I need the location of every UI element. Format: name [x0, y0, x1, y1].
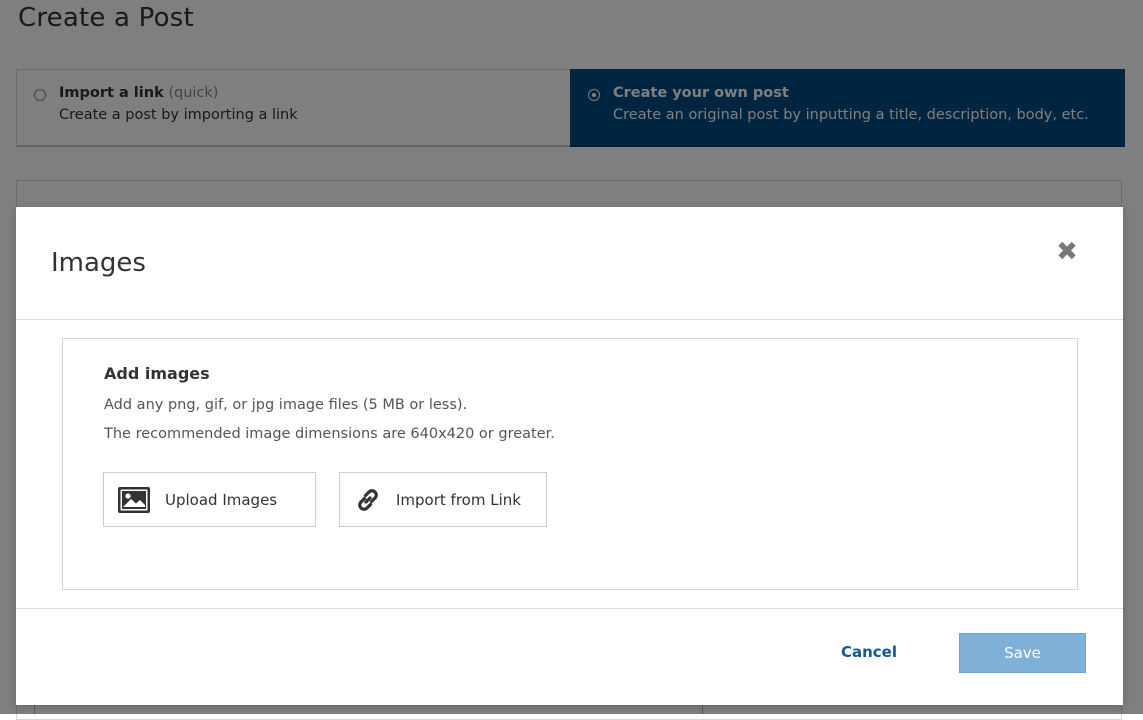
- modal-header: Images ✖: [16, 207, 1123, 320]
- save-button[interactable]: Save: [959, 633, 1086, 673]
- modal-footer: Cancel Save: [16, 608, 1123, 706]
- link-icon: [353, 485, 383, 515]
- import-from-link-button[interactable]: Import from Link: [339, 472, 547, 527]
- images-modal: Images ✖ Add images Add any png, gif, or…: [16, 207, 1123, 705]
- image-icon: [117, 486, 151, 514]
- dimensions-help-text: The recommended image dimensions are 640…: [104, 426, 555, 442]
- add-images-title: Add images: [104, 364, 210, 383]
- close-icon[interactable]: ✖: [1052, 237, 1082, 267]
- upload-images-label: Upload Images: [165, 490, 278, 509]
- upload-images-button[interactable]: Upload Images: [103, 472, 316, 527]
- add-images-section: Add images Add any png, gif, or jpg imag…: [62, 338, 1078, 590]
- file-type-help-text: Add any png, gif, or jpg image files (5 …: [104, 397, 468, 413]
- cancel-button[interactable]: Cancel: [834, 637, 904, 667]
- modal-title: Images: [51, 248, 146, 278]
- import-from-link-label: Import from Link: [396, 490, 521, 509]
